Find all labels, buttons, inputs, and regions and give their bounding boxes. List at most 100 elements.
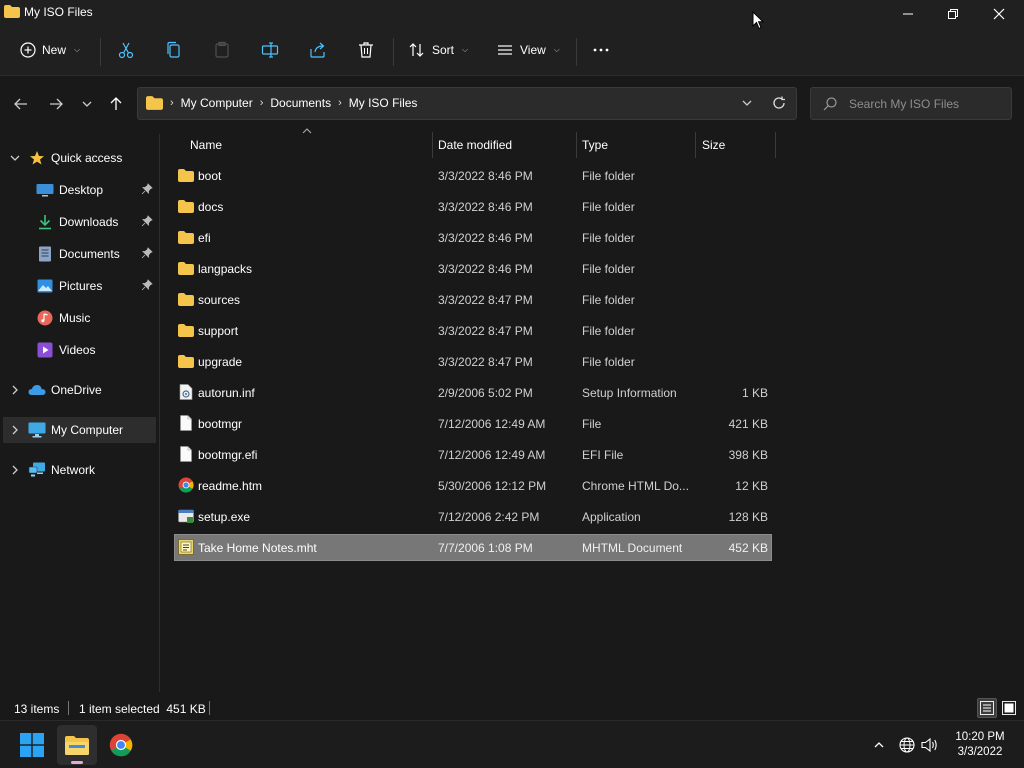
network-tray-button[interactable] [898,736,916,754]
file-size: 421 KB [728,417,768,431]
file-date: 7/7/2006 1:08 PM [438,541,533,555]
new-button[interactable]: New ⌵ [20,36,80,64]
sort-button[interactable]: Sort ⌵ [408,36,468,64]
taskbar-file-explorer[interactable] [57,725,97,765]
chevron-right-icon[interactable] [9,424,21,436]
file-row[interactable]: setup.exe 7/12/2006 2:42 PM Application … [174,503,772,530]
rename-button[interactable] [261,36,279,64]
delete-button[interactable] [357,36,375,64]
pin-icon[interactable] [141,215,153,227]
breadcrumb-my-computer[interactable]: My Computer [181,96,253,110]
column-header-label: Size [702,138,726,152]
chevron-down-icon: ⌵ [74,45,81,54]
pin-icon[interactable] [141,279,153,291]
pin-icon[interactable] [141,183,153,195]
sidebar-item-desktop[interactable]: Desktop [0,177,156,203]
file-date: 3/3/2022 8:47 PM [438,324,533,338]
file-row[interactable]: efi 3/3/2022 8:46 PM File folder [174,224,772,251]
sidebar-item-quick-access[interactable]: Quick access [0,145,156,171]
file-size: 128 KB [728,510,768,524]
file-row[interactable]: langpacks 3/3/2022 8:46 PM File folder [174,255,772,282]
column-header-size[interactable]: Size [696,130,776,160]
search-input[interactable] [849,95,1004,113]
sidebar-item-label: OneDrive [51,383,102,397]
forward-button[interactable] [44,92,68,116]
command-bar: New ⌵ Sort ⌵ View ⌵ [0,28,1024,76]
pin-icon[interactable] [141,247,153,259]
file-name: bootmgr.efi [198,448,258,462]
chevron-down-icon [82,101,92,107]
chevron-right-icon[interactable] [9,464,21,476]
search-box[interactable] [810,87,1012,120]
column-header-label: Type [582,138,609,152]
start-button[interactable] [12,725,52,765]
file-name: efi [198,231,211,245]
file-type: File folder [582,324,635,338]
column-header-date[interactable]: Date modified [433,130,577,160]
file-type: File [582,417,602,431]
chevron-right-icon[interactable] [9,384,21,396]
file-row[interactable]: readme.htm 5/30/2006 12:12 PM Chrome HTM… [174,472,772,499]
breadcrumb-documents[interactable]: Documents [270,96,331,110]
documents-icon [36,245,54,263]
chevron-down-icon[interactable] [741,97,753,109]
file-row-selected[interactable]: Take Home Notes.mht 7/7/2006 1:08 PM MHT… [174,534,772,561]
volume-tray-button[interactable] [921,736,939,754]
cut-icon [118,42,134,59]
music-icon [36,309,54,327]
sidebar-item-pictures[interactable]: Pictures [0,273,156,299]
file-row[interactable]: support 3/3/2022 8:47 PM File folder [174,317,772,344]
sidebar-item-videos[interactable]: Videos [0,337,156,363]
sidebar-item-label: Desktop [59,183,104,197]
taskbar: 10:20 PM 3/3/2022 [0,720,1024,768]
network-icon [28,461,46,479]
sidebar-item-network[interactable]: Network [0,457,156,483]
taskbar-clock[interactable]: 10:20 PM 3/3/2022 [948,730,1012,760]
copy-button[interactable] [165,36,183,64]
details-view-button[interactable] [977,698,997,718]
chevron-down-icon[interactable] [9,152,21,164]
column-divider[interactable] [775,132,776,158]
cut-button[interactable] [117,36,135,64]
videos-icon [36,341,54,359]
share-button[interactable] [309,36,327,64]
file-row[interactable]: sources 3/3/2022 8:47 PM File folder [174,286,772,313]
paste-button[interactable] [213,36,231,64]
recent-locations-button[interactable] [75,92,99,116]
sidebar-item-label: Network [51,463,96,477]
column-header-type[interactable]: Type [577,130,696,160]
file-row[interactable]: bootmgr 7/12/2006 12:49 AM File 421 KB [174,410,772,437]
file-row[interactable]: boot 3/3/2022 8:46 PM File folder [174,162,772,189]
navigation-pane: Quick access Desktop Downloads Documents… [0,134,160,692]
back-button[interactable] [9,92,33,116]
column-header-name[interactable]: Name [174,130,433,160]
file-row[interactable]: bootmgr.efi 7/12/2006 12:49 AM EFI File … [174,441,772,468]
file-row[interactable]: upgrade 3/3/2022 8:47 PM File folder [174,348,772,375]
sidebar-item-music[interactable]: Music [0,305,156,331]
sidebar-item-onedrive[interactable]: OneDrive [0,377,156,403]
up-button[interactable] [104,92,128,116]
file-size: 12 KB [735,479,768,493]
close-button[interactable] [976,0,1022,28]
taskbar-chrome[interactable] [101,725,141,765]
file-row[interactable]: autorun.inf 2/9/2006 5:02 PM Setup Infor… [174,379,772,406]
file-row[interactable]: docs 3/3/2022 8:46 PM File folder [174,193,772,220]
sidebar-item-downloads[interactable]: Downloads [0,209,156,235]
file-type: File folder [582,262,635,276]
address-bar[interactable]: › My Computer › Documents › My ISO Files [137,87,797,120]
speaker-icon [921,737,937,753]
restore-button[interactable] [930,0,976,28]
large-icons-view-button[interactable] [999,698,1019,718]
more-options-button[interactable] [592,36,610,64]
file-type: File folder [582,293,635,307]
sidebar-item-my-computer[interactable]: My Computer [3,417,156,443]
show-hidden-icons-button[interactable] [870,736,888,754]
breadcrumb-my-iso-files[interactable]: My ISO Files [349,96,418,110]
view-button[interactable]: View ⌵ [496,36,560,64]
sidebar-item-label: Downloads [59,215,119,229]
refresh-icon[interactable] [772,96,786,110]
sidebar-item-documents[interactable]: Documents [0,241,156,267]
minimize-button[interactable] [885,0,931,28]
paste-icon [215,41,229,58]
file-date: 5/30/2006 12:12 PM [438,479,547,493]
